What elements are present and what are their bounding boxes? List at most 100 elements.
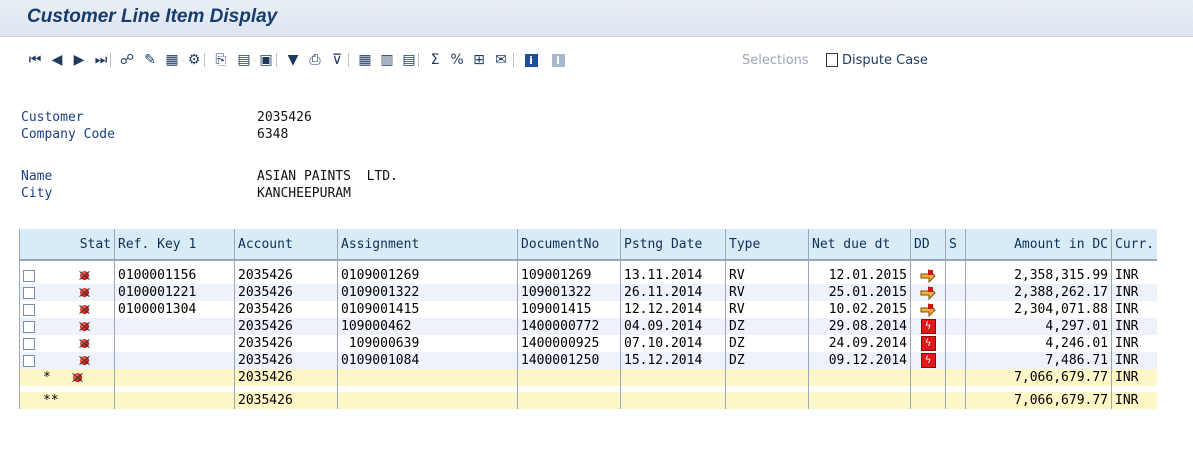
- posting-date-cell: 26.11.2014: [620, 284, 726, 301]
- first-button[interactable]: ⏮: [26, 50, 44, 70]
- amount-cell: 2,304,071.88: [965, 301, 1112, 318]
- dispute-case-button[interactable]: Dispute Case: [826, 50, 928, 70]
- spacer-row: [19, 260, 1158, 267]
- filter-icon: ▼: [287, 52, 299, 68]
- grid-button[interactable]: ▦: [356, 50, 374, 70]
- subtotal-row[interactable]: * 2035426 7,066,679.77 INR: [19, 369, 1158, 386]
- total-row[interactable]: ** 2035426 7,066,679.77 INR: [19, 392, 1158, 409]
- posting-date-cell: 12.12.2014: [620, 301, 726, 318]
- open-item-status-icon: [72, 373, 82, 382]
- row-select-checkbox[interactable]: [23, 354, 35, 367]
- amount-cell: 7,066,679.77: [965, 392, 1112, 409]
- column-header-s[interactable]: S: [945, 229, 966, 261]
- row-select-checkbox[interactable]: [23, 269, 35, 282]
- posting-date-cell: 04.09.2014: [620, 318, 726, 335]
- row-select-checkbox[interactable]: [23, 337, 35, 350]
- open-item-status-icon: [80, 356, 89, 365]
- last-button[interactable]: ⏭: [92, 50, 110, 70]
- s-cell: [945, 352, 966, 369]
- currency-cell: INR: [1111, 267, 1158, 284]
- toolbar-separator: [204, 53, 205, 67]
- toolbar-separator: [110, 53, 111, 67]
- row-select-checkbox[interactable]: [23, 320, 35, 333]
- column-header-document-no[interactable]: DocumentNo: [517, 229, 621, 261]
- empty-cell: [945, 392, 966, 409]
- table-row[interactable]: 2035426 109000639 1400000925 07.10.2014 DZ 2…: [19, 335, 1158, 352]
- column-header-type[interactable]: Type: [725, 229, 809, 261]
- info-button[interactable]: i: [522, 50, 540, 70]
- posting-date-cell: 13.11.2014: [620, 267, 726, 284]
- empty-cell: [620, 369, 726, 386]
- line-items-table: Stat Ref. Key 1 Account Assignment DocumentN…: [19, 229, 1158, 409]
- empty-cell: [517, 392, 621, 409]
- column-header-assignment[interactable]: Assignment: [337, 229, 518, 261]
- open-item-status-icon: [80, 339, 89, 348]
- column-header-currency[interactable]: Curr.: [1111, 229, 1158, 261]
- edit-button[interactable]: ✎: [141, 50, 159, 70]
- print-button[interactable]: ⎙: [306, 50, 324, 70]
- table-row[interactable]: 2035426 0109001084 1400001250 15.12.2014 DZ 0…: [19, 352, 1158, 369]
- settings-button[interactable]: ⚙: [185, 50, 203, 70]
- selections-info-button[interactable]: i: [549, 50, 567, 70]
- next-button[interactable]: ▶: [70, 50, 88, 70]
- filter-button[interactable]: ▼: [284, 50, 302, 70]
- ref-key-cell: 0100001156: [114, 267, 235, 284]
- column-header-amount[interactable]: Amount in DC: [965, 229, 1112, 261]
- company-code-label: Company Code: [21, 127, 115, 142]
- stat-cell: [19, 352, 115, 369]
- new-document-icon: [826, 53, 838, 67]
- due-arrow-icon: [920, 268, 936, 283]
- customer-value: 2035426: [257, 110, 312, 125]
- row-select-checkbox[interactable]: [23, 303, 35, 316]
- open-item-status-icon: [80, 271, 89, 280]
- previous-button[interactable]: ◀: [48, 50, 66, 70]
- row-select-checkbox[interactable]: [23, 286, 35, 299]
- select-button[interactable]: ☍: [118, 50, 136, 70]
- percent-button[interactable]: %: [448, 50, 466, 70]
- rows-button[interactable]: ▤: [400, 50, 418, 70]
- open-item-status-icon: [80, 322, 89, 331]
- amount-cell: 4,246.01: [965, 335, 1112, 352]
- mail-button[interactable]: ✉: [492, 50, 510, 70]
- column-header-dd[interactable]: DD: [910, 229, 946, 261]
- display-doc-button[interactable]: ⎘: [212, 50, 230, 70]
- account-cell: 2035426: [234, 392, 338, 409]
- document-button[interactable]: ▤: [235, 50, 253, 70]
- layout-button[interactable]: ▦: [163, 50, 181, 70]
- posting-date-cell: 07.10.2014: [620, 335, 726, 352]
- overdue-icon: ϟ: [920, 319, 936, 334]
- table-row[interactable]: 0100001304 2035426 0109001415 109001415 12.1…: [19, 301, 1158, 318]
- sum-button[interactable]: Σ: [426, 50, 444, 70]
- notes-button[interactable]: ▣: [257, 50, 275, 70]
- stat-cell: [19, 335, 115, 352]
- sum-marker: *: [43, 370, 51, 385]
- table-header-row: Stat Ref. Key 1 Account Assignment DocumentN…: [19, 229, 1158, 261]
- type-cell: DZ: [725, 335, 809, 352]
- amount-cell: 4,297.01: [965, 318, 1112, 335]
- s-cell: [945, 284, 966, 301]
- type-cell: DZ: [725, 318, 809, 335]
- column-header-stat[interactable]: Stat: [19, 229, 115, 261]
- table-row[interactable]: 0100001221 2035426 0109001322 109001322 26.1…: [19, 284, 1158, 301]
- selections-button[interactable]: Selections: [742, 50, 809, 70]
- account-cell: 2035426: [234, 318, 338, 335]
- empty-cell: [725, 369, 809, 386]
- column-header-posting-date[interactable]: Pstng Date: [620, 229, 726, 261]
- currency-cell: INR: [1111, 352, 1158, 369]
- sum-icon: Σ: [430, 52, 440, 68]
- stat-cell: [19, 301, 115, 318]
- empty-cell: [337, 369, 518, 386]
- overdue-icon: ϟ: [920, 353, 936, 368]
- column-header-account[interactable]: Account: [234, 229, 338, 261]
- title-bar: Customer Line Item Display: [0, 0, 1193, 37]
- filter-set-button[interactable]: ⊽: [328, 50, 346, 70]
- table-row[interactable]: 2035426 109000462 1400000772 04.09.2014 DZ 29…: [19, 318, 1158, 335]
- dd-cell: ϟ: [910, 335, 946, 352]
- filter-set-icon: ⊽: [331, 52, 343, 68]
- column-header-ref-key[interactable]: Ref. Key 1: [114, 229, 235, 261]
- export-button[interactable]: ⊞: [470, 50, 488, 70]
- table-row[interactable]: 0100001156 2035426 0109001269 109001269 13.1…: [19, 267, 1158, 284]
- column-header-net-due-date[interactable]: Net due dt: [808, 229, 911, 261]
- grid-icon: ▦: [358, 52, 372, 68]
- columns-button[interactable]: ▥: [378, 50, 396, 70]
